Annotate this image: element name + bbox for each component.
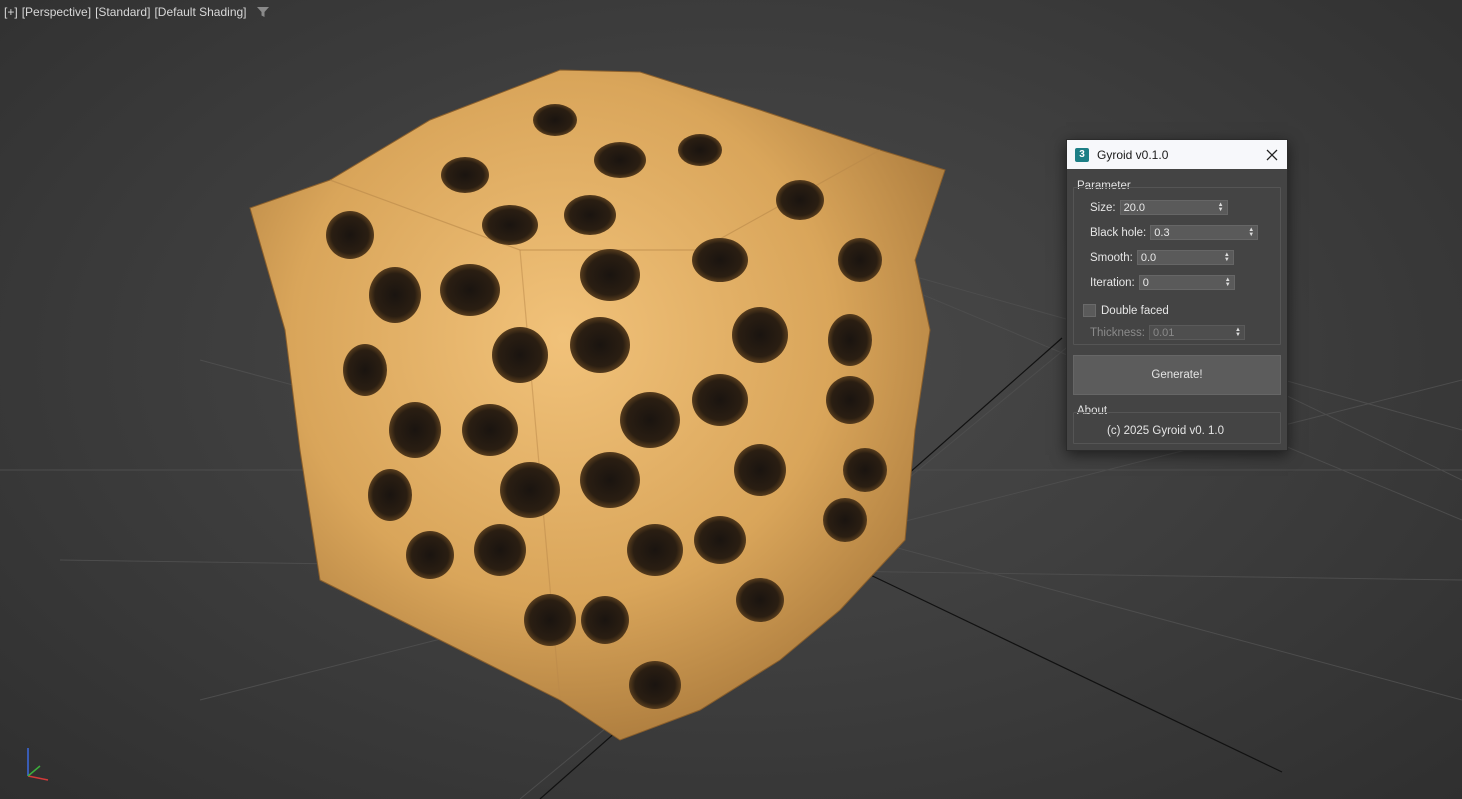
thickness-value[interactable]: 0.01 — [1150, 327, 1234, 339]
viewport-3d[interactable]: [+] [Perspective] [Standard] [Default Sh… — [0, 0, 1462, 799]
spinner-arrows-icon[interactable]: ▲ ▼ — [1223, 252, 1231, 263]
double-faced-label[interactable]: Double faced — [1101, 305, 1169, 317]
double-faced-row[interactable]: Double faced — [1083, 304, 1173, 317]
smooth-row: Smooth: 0.0 ▲ ▼ — [1090, 250, 1234, 265]
viewport-label-menu: [+] [Perspective] [Standard] [Default Sh… — [4, 5, 269, 19]
viewport-standard-menu[interactable]: [Standard] — [95, 5, 150, 19]
thickness-spinner[interactable]: 0.01 ▲ ▼ — [1148, 325, 1245, 340]
grid-axis-line — [859, 569, 1283, 773]
close-button[interactable] — [1257, 140, 1287, 169]
smooth-spinner[interactable]: 0.0 ▲ ▼ — [1136, 250, 1234, 265]
thickness-label: Thickness: — [1090, 326, 1145, 339]
about-text: (c) 2025 Gyroid v0. 1.0 — [1107, 425, 1224, 437]
black-hole-row: Black hole: 0.3 ▲ ▼ — [1090, 225, 1259, 240]
iteration-spinner[interactable]: 0 ▲ ▼ — [1138, 275, 1235, 290]
thickness-row: Thickness: 0.01 ▲ ▼ — [1090, 325, 1245, 340]
size-row: Size: 20.0 ▲ ▼ — [1090, 200, 1228, 215]
generate-button[interactable]: Generate! — [1073, 355, 1281, 395]
iteration-row: Iteration: 0 ▲ ▼ — [1090, 275, 1235, 290]
black-hole-value[interactable]: 0.3 — [1151, 227, 1247, 239]
black-hole-label: Black hole: — [1090, 226, 1147, 239]
viewport-perspective-menu[interactable]: [Perspective] — [22, 5, 91, 19]
iteration-label: Iteration: — [1090, 276, 1135, 289]
size-label: Size: — [1090, 201, 1116, 214]
double-faced-checkbox[interactable] — [1083, 304, 1096, 317]
spinner-arrows-icon[interactable]: ▲ ▼ — [1224, 277, 1232, 288]
iteration-value[interactable]: 0 — [1140, 277, 1224, 289]
app-icon: 3 — [1075, 147, 1089, 162]
funnel-icon[interactable] — [256, 6, 269, 18]
size-value[interactable]: 20.0 — [1121, 202, 1217, 214]
spinner-arrows-icon[interactable]: ▲ ▼ — [1217, 202, 1225, 213]
axis-gizmo-icon — [27, 748, 49, 781]
smooth-label: Smooth: — [1090, 251, 1133, 264]
smooth-value[interactable]: 0.0 — [1138, 252, 1223, 264]
gyroid-object — [249, 69, 946, 741]
spinner-arrows-icon[interactable]: ▲ ▼ — [1247, 227, 1255, 238]
spinner-arrows-icon[interactable]: ▲ ▼ — [1234, 327, 1242, 338]
gyroid-dialog: 3 Gyroid v0.1.0 Parameter Size: 20.0 ▲ ▼ … — [1066, 139, 1288, 451]
dialog-title: Gyroid v0.1.0 — [1097, 147, 1169, 162]
viewport-plus-menu[interactable]: [+] — [4, 5, 18, 19]
viewport-shading-menu[interactable]: [Default Shading] — [154, 5, 246, 19]
black-hole-spinner[interactable]: 0.3 ▲ ▼ — [1150, 225, 1259, 240]
close-icon — [1266, 149, 1278, 160]
dialog-title-bar[interactable]: 3 Gyroid v0.1.0 — [1067, 140, 1287, 169]
size-spinner[interactable]: 20.0 ▲ ▼ — [1119, 200, 1228, 215]
